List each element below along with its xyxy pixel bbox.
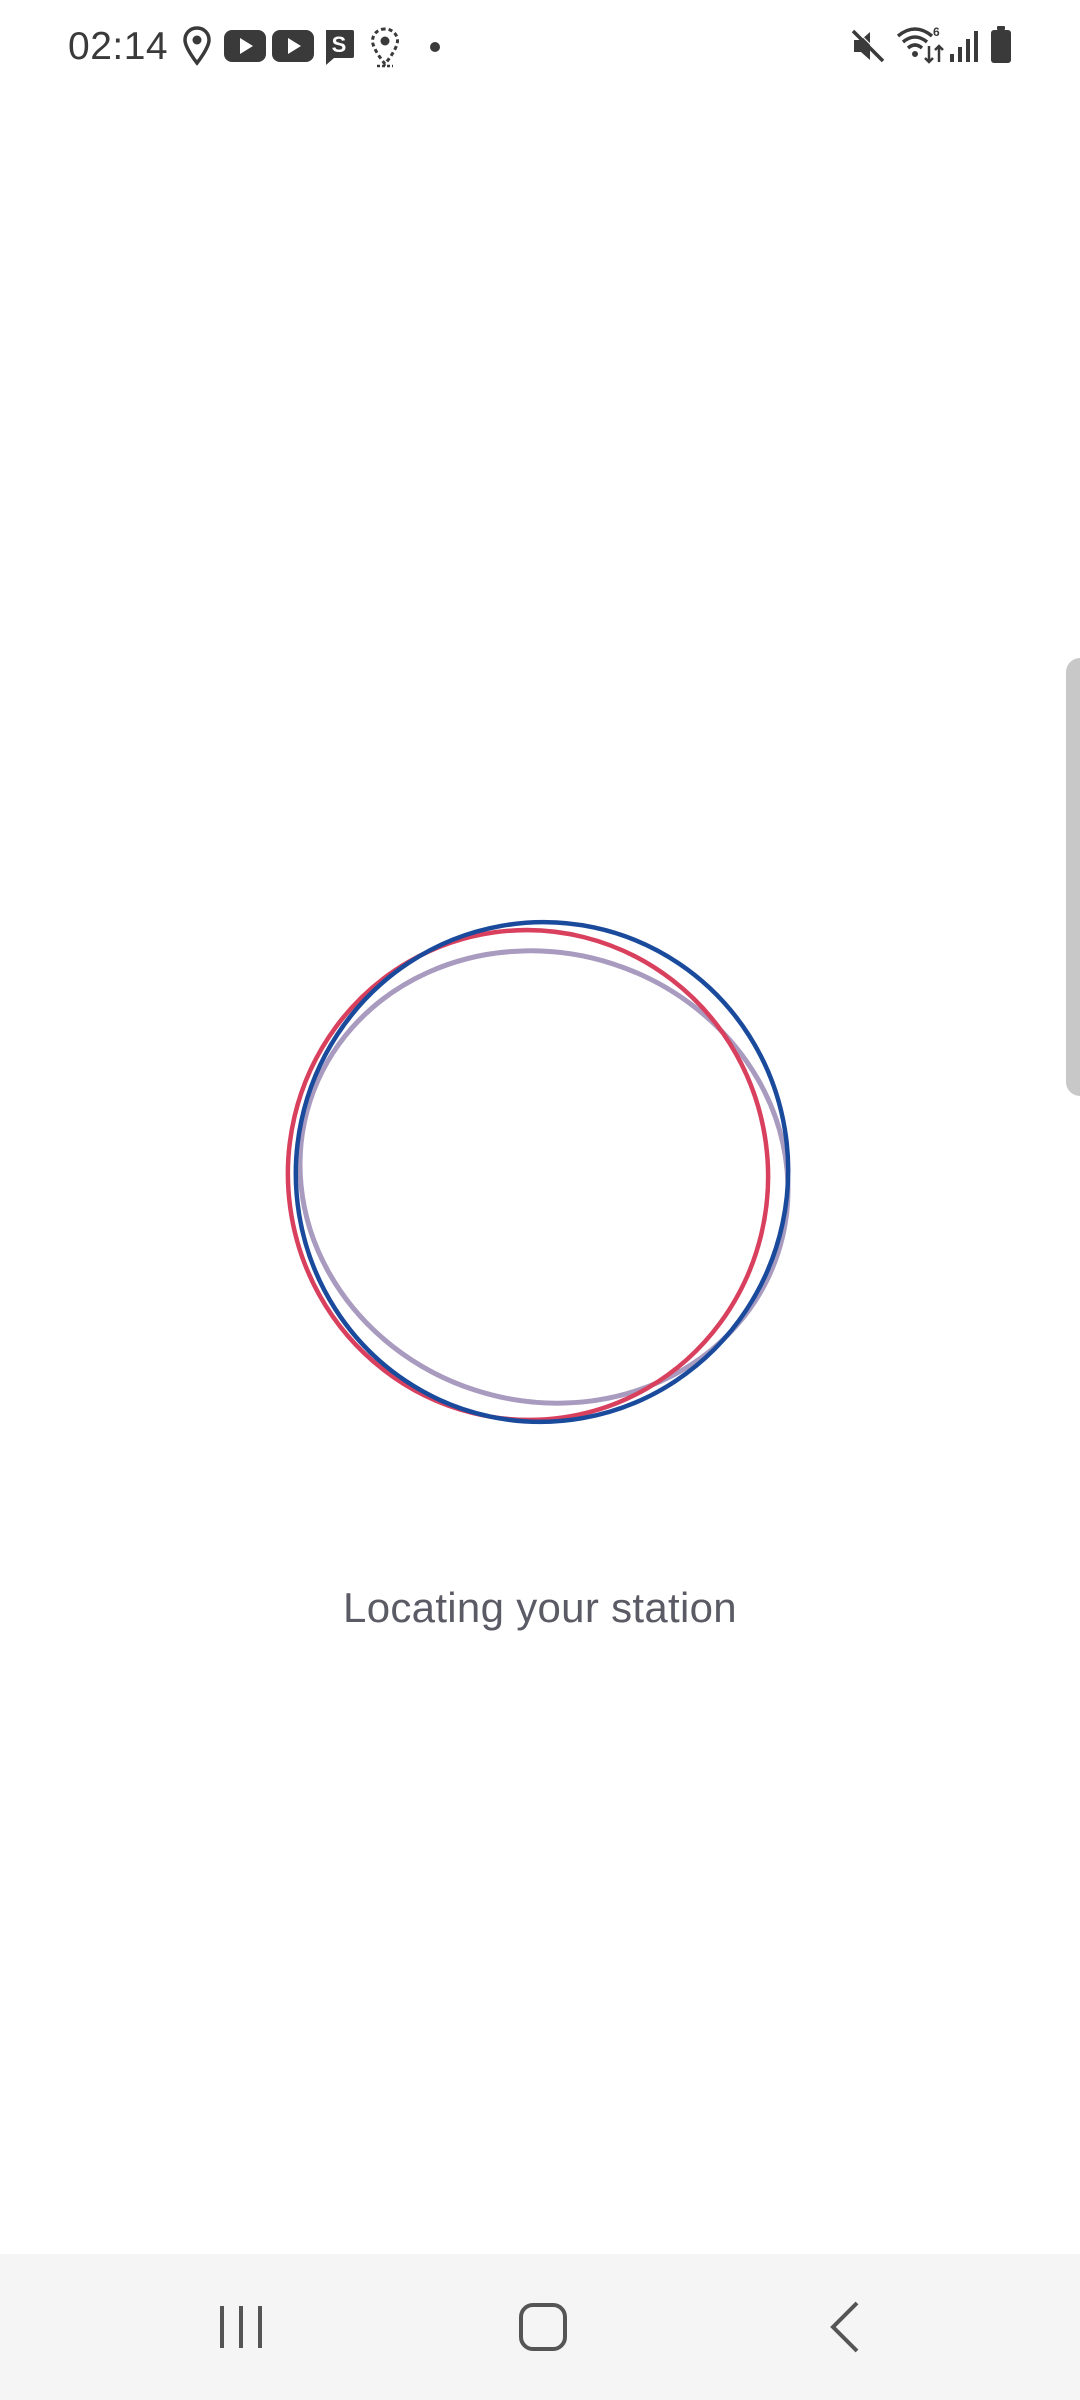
recent-apps-button[interactable]	[141, 2254, 341, 2400]
s-app-icon: S	[322, 28, 356, 66]
loading-message: Locating your station	[343, 1584, 737, 1631]
battery-icon	[990, 26, 1012, 64]
location-dotted-icon	[369, 26, 401, 68]
home-icon	[519, 2303, 567, 2351]
navigation-bar	[0, 2254, 1080, 2400]
screen: 02:14 S 6 Locating your station	[0, 0, 1080, 2400]
loading-spinner	[280, 906, 800, 1426]
svg-text:S: S	[332, 32, 347, 57]
scroll-handle[interactable]	[1066, 658, 1080, 1096]
recent-apps-icon	[220, 2306, 262, 2348]
status-bar: 02:14 S 6	[0, 0, 1080, 96]
location-pin-icon	[182, 26, 212, 66]
svg-text:6: 6	[933, 25, 940, 39]
home-button[interactable]	[443, 2254, 643, 2400]
mute-icon	[850, 28, 886, 64]
signal-icon	[948, 28, 980, 64]
youtube-icon	[272, 30, 314, 62]
youtube-icon	[224, 30, 266, 62]
back-icon	[830, 2301, 859, 2353]
status-time: 02:14	[68, 25, 169, 68]
dot-icon	[429, 41, 441, 53]
loader-ring-red	[285, 927, 771, 1423]
wifi-icon: 6	[895, 24, 945, 66]
back-button[interactable]	[745, 2254, 945, 2400]
